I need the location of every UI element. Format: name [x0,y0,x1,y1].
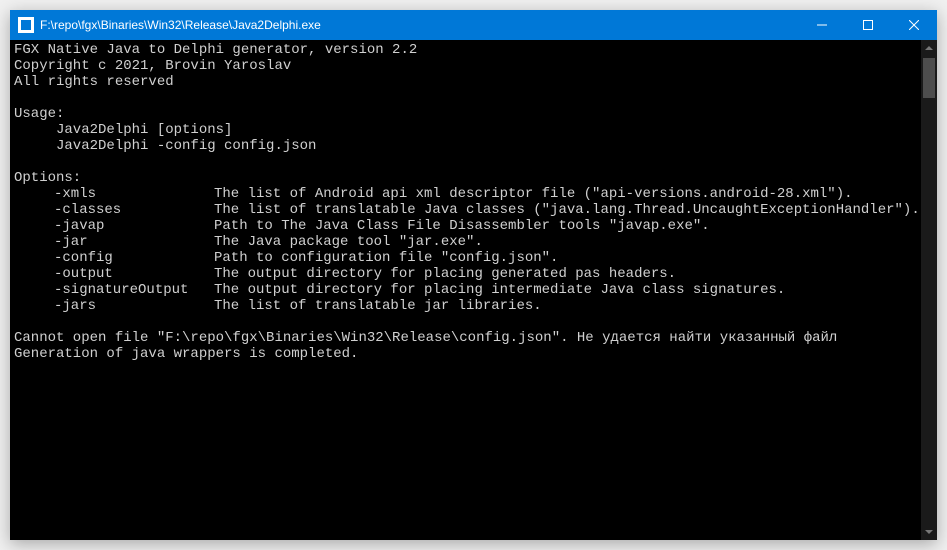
option-desc: The output directory for placing generat… [214,266,676,282]
option-row: -jarsThe list of translatable jar librar… [14,298,917,314]
console-line: Options: [14,170,81,186]
option-row: -outputThe output directory for placing … [14,266,917,282]
option-name: -output [14,266,214,282]
console-line: Generation of java wrappers is completed… [14,346,358,362]
window-title: F:\repo\fgx\Binaries\Win32\Release\Java2… [40,18,321,32]
console-output[interactable]: FGX Native Java to Delphi generator, ver… [10,40,921,540]
console-body: FGX Native Java to Delphi generator, ver… [10,40,937,540]
chevron-down-icon [925,530,933,534]
option-row: -jarThe Java package tool "jar.exe". [14,234,917,250]
minimize-button[interactable] [799,10,845,40]
option-name: -signatureOutput [14,282,214,298]
console-line: Usage: [14,106,64,122]
option-desc: The list of Android api xml descriptor f… [214,186,853,202]
option-name: -config [14,250,214,266]
maximize-icon [863,20,873,30]
titlebar[interactable]: F:\repo\fgx\Binaries\Win32\Release\Java2… [10,10,937,40]
console-line: Copyright c 2021, Brovin Yaroslav [14,58,291,74]
console-line: Java2Delphi [options] [14,122,232,138]
option-name: -javap [14,218,214,234]
console-line: FGX Native Java to Delphi generator, ver… [14,42,417,58]
option-desc: The Java package tool "jar.exe". [214,234,483,250]
option-row: -configPath to configuration file "confi… [14,250,917,266]
option-name: -jars [14,298,214,314]
option-row: -classesThe list of translatable Java cl… [14,202,917,218]
console-error-line: Cannot open file "F:\repo\fgx\Binaries\W… [14,330,837,346]
chevron-up-icon [925,46,933,50]
option-name: -jar [14,234,214,250]
option-desc: The output directory for placing interme… [214,282,785,298]
option-desc: The list of translatable jar libraries. [214,298,542,314]
scroll-down-button[interactable] [921,524,937,540]
option-row: -signatureOutputThe output directory for… [14,282,917,298]
option-name: -classes [14,202,214,218]
option-name: -xmls [14,186,214,202]
scroll-thumb[interactable] [923,58,935,98]
minimize-icon [817,20,827,30]
option-desc: Path to The Java Class File Disassembler… [214,218,710,234]
vertical-scrollbar[interactable] [921,40,937,540]
console-line: Java2Delphi -config config.json [14,138,316,154]
console-window: F:\repo\fgx\Binaries\Win32\Release\Java2… [10,10,937,540]
close-button[interactable] [891,10,937,40]
maximize-button[interactable] [845,10,891,40]
option-row: -xmlsThe list of Android api xml descrip… [14,186,917,202]
close-icon [909,20,919,30]
app-icon [18,17,34,33]
option-row: -javapPath to The Java Class File Disass… [14,218,917,234]
scroll-up-button[interactable] [921,40,937,56]
console-line: All rights reserved [14,74,174,90]
option-desc: The list of translatable Java classes ("… [214,202,920,218]
option-desc: Path to configuration file "config.json"… [214,250,558,266]
